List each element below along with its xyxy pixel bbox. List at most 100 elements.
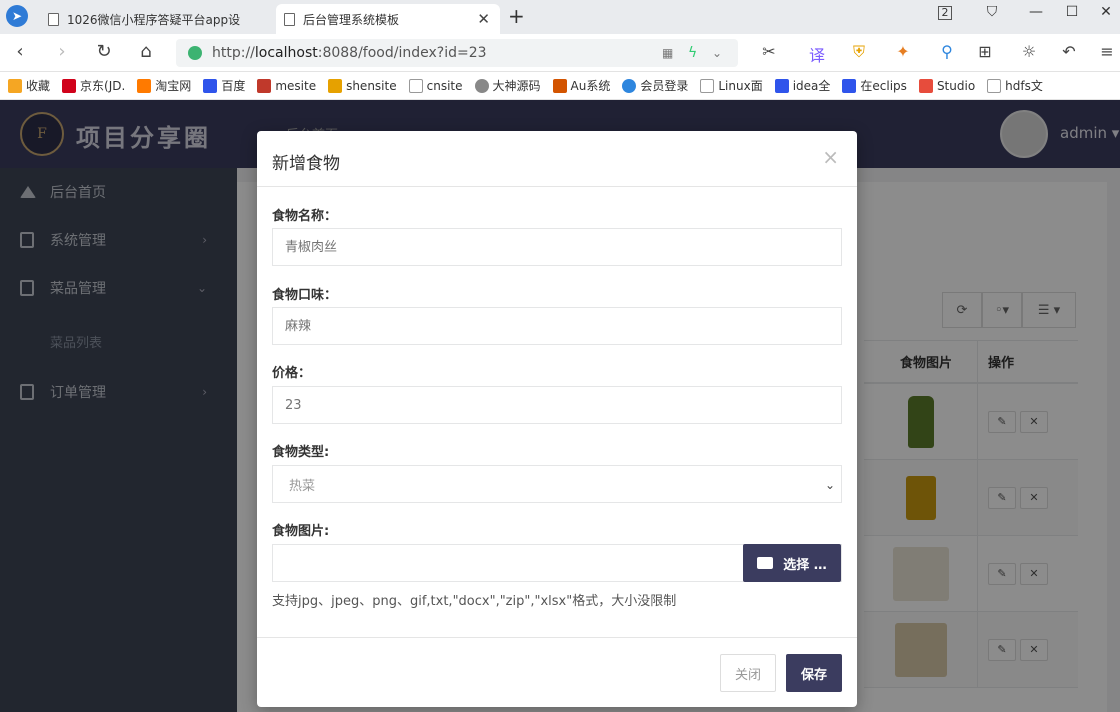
page-icon — [700, 78, 715, 93]
modal-title: 新增食物 — [272, 154, 340, 174]
grid-icon[interactable]: ⊞ — [974, 42, 996, 61]
browser-tab-bar: ➤ 1026微信小程序答疑平台app设 后台管理系统模板 ✕ + 2 ⛉ — ☐… — [0, 0, 1120, 34]
bookmark-item[interactable]: 收藏 — [8, 77, 50, 94]
price-label: 价格： — [272, 366, 312, 381]
shield-icon[interactable]: ⛨ — [848, 42, 870, 62]
browser-tab-2[interactable]: 后台管理系统模板 ✕ — [276, 4, 500, 34]
bookmark-item[interactable]: 百度 — [203, 77, 245, 94]
bookmark-label: 百度 — [221, 79, 246, 93]
site-icon — [328, 78, 343, 93]
bookmark-label: mesite — [275, 78, 317, 93]
chevron-down-icon[interactable]: ⌄ — [712, 46, 722, 60]
price-input[interactable] — [272, 386, 842, 424]
file-select-label: 选择 … — [783, 557, 827, 573]
bookmark-label: 大神源码 — [492, 79, 541, 93]
browser-tab-1[interactable]: 1026微信小程序答疑平台app设 — [40, 4, 270, 34]
home-icon[interactable]: ⌂ — [134, 41, 158, 62]
page-icon — [48, 12, 59, 26]
modal-header: 新增食物 × — [257, 131, 857, 187]
qr-icon[interactable]: ▦ — [662, 46, 673, 60]
site-icon — [918, 78, 933, 93]
chevron-down-icon: ⌄ — [824, 478, 835, 492]
new-tab-icon[interactable]: + — [508, 4, 525, 28]
bookmarks-bar: 收藏 京东(JD. 淘宝网 百度 mesite shensite cnsite … — [0, 72, 1120, 100]
page-icon — [284, 12, 295, 26]
star-icon — [8, 78, 22, 93]
menu-icon[interactable]: ≡ — [1096, 42, 1118, 61]
gamepad-icon[interactable]: ✦ — [892, 42, 914, 61]
browser-logo-icon[interactable]: ➤ — [6, 5, 28, 27]
tab-counter[interactable]: 2 — [938, 6, 952, 20]
close-button[interactable]: 关闭 — [720, 654, 776, 692]
reload-icon[interactable]: ↻ — [92, 41, 116, 62]
food-taste-input[interactable] — [272, 307, 842, 345]
search-icon[interactable]: ⚲ — [936, 42, 958, 61]
bookmark-label: 收藏 — [26, 79, 51, 93]
cloud-icon — [622, 78, 637, 93]
food-name-input[interactable] — [272, 228, 842, 266]
address-bar[interactable]: http://localhost:8088/food/index?id=23 ▦… — [176, 39, 738, 67]
bolt-icon[interactable]: ϟ — [688, 45, 697, 61]
bookmark-label: 京东(JD. — [80, 79, 126, 93]
minimize-icon[interactable]: — — [1024, 4, 1048, 20]
bookmark-label: 会员登录 — [640, 79, 689, 93]
bookmark-item[interactable]: 会员登录 — [622, 77, 688, 94]
bookmark-item[interactable]: hdfs文 — [987, 77, 1043, 94]
bookmark-label: Au系统 — [570, 79, 611, 93]
bookmark-label: idea全 — [792, 79, 831, 93]
close-icon[interactable]: × — [822, 145, 839, 169]
undo-icon[interactable]: ↶ — [1058, 42, 1080, 61]
file-select-button[interactable]: 选择 … — [743, 544, 841, 582]
food-type-select[interactable]: 热菜 ⌄ — [272, 465, 842, 503]
bookmark-item[interactable]: 淘宝网 — [137, 77, 191, 94]
bookmark-item[interactable]: shensite — [328, 78, 397, 93]
bookmark-label: Linux面 — [718, 79, 763, 93]
food-type-value: 热菜 — [289, 478, 316, 494]
modal-footer: 关闭 保存 — [257, 637, 857, 707]
baidu-icon — [203, 78, 218, 93]
save-button[interactable]: 保存 — [786, 654, 842, 692]
add-food-modal: 新增食物 × 食物名称： 食物口味： 价格： 食物类型: 热菜 ⌄ 食物图片: … — [257, 131, 857, 707]
food-type-label: 食物类型: — [272, 445, 330, 460]
url-rest: :8088/food/index?id=23 — [317, 45, 487, 61]
bookmark-item[interactable]: 在eclips — [842, 77, 907, 94]
secure-icon — [188, 46, 202, 60]
url-host: localhost — [254, 45, 318, 61]
bookmark-label: Studio — [936, 78, 976, 93]
jd-icon — [62, 78, 77, 93]
baidu-icon — [842, 78, 857, 93]
window-close-icon[interactable]: ✕ — [1094, 4, 1118, 20]
browser-nav-bar: ‹ › ↻ ⌂ http://localhost:8088/food/index… — [0, 34, 1120, 72]
file-hint: 支持jpg、jpeg、png、gif,txt,"docx","zip","xls… — [272, 594, 677, 609]
forward-icon[interactable]: › — [50, 41, 74, 62]
translate-icon[interactable]: 译 — [806, 42, 828, 66]
page-icon — [987, 78, 1002, 93]
bookmark-label: hdfs文 — [1005, 79, 1043, 93]
url-prefix: http:// — [212, 45, 255, 61]
bookmark-label: 淘宝网 — [155, 79, 192, 93]
bookmark-item[interactable]: Studio — [918, 78, 976, 93]
baidu-icon — [774, 78, 789, 93]
browser-tab-label: 1026微信小程序答疑平台app设 — [67, 12, 241, 27]
bookmark-item[interactable]: 大神源码 — [474, 77, 541, 94]
food-taste-label: 食物口味： — [272, 288, 338, 303]
page-icon — [408, 78, 423, 93]
folder-open-icon — [757, 557, 774, 569]
bookmark-label: shensite — [346, 78, 397, 93]
site-icon — [552, 78, 567, 93]
back-icon[interactable]: ‹ — [8, 41, 32, 62]
bookmark-item[interactable]: cnsite — [408, 78, 463, 93]
browser-tab-label: 后台管理系统模板 — [303, 12, 400, 27]
bookmark-item[interactable]: 京东(JD. — [62, 77, 125, 94]
scissors-icon[interactable]: ✂ — [758, 42, 780, 61]
brightness-icon[interactable]: ☼ — [1018, 42, 1040, 61]
tab-close-icon[interactable]: ✕ — [477, 10, 490, 28]
bookmark-item[interactable]: Linux面 — [700, 77, 763, 94]
bookmark-item[interactable]: idea全 — [774, 77, 831, 94]
bookmark-item[interactable]: mesite — [257, 78, 317, 93]
maximize-icon[interactable]: ☐ — [1060, 4, 1084, 20]
shirt-icon[interactable]: ⛉ — [980, 4, 1004, 20]
bookmark-item[interactable]: Au系统 — [552, 77, 611, 94]
site-icon — [257, 78, 272, 93]
bookmark-label: 在eclips — [860, 79, 907, 93]
